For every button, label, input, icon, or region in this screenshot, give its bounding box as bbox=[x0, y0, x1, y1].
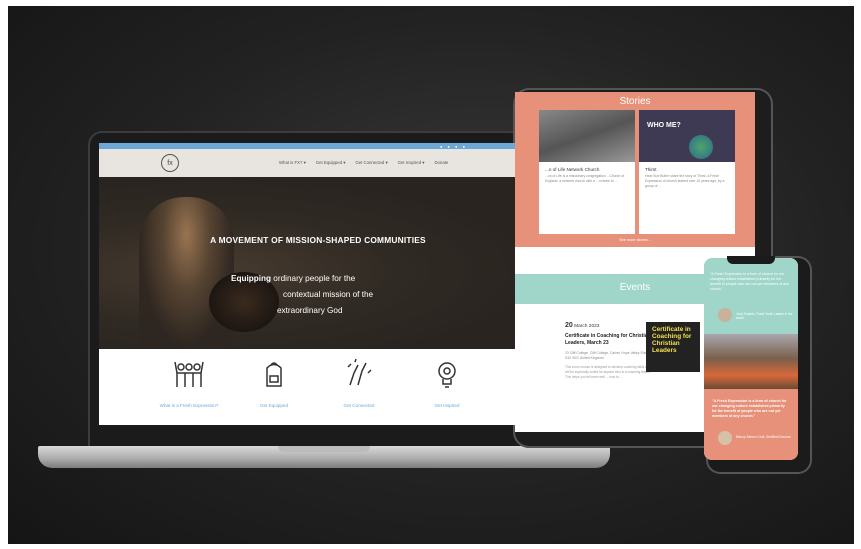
feature-what-is[interactable]: What is a Fresh Expression? bbox=[144, 359, 234, 409]
phone-person-2: Bishop Steven Croft, Sheffield Diocese bbox=[736, 435, 791, 439]
lightbulb-icon bbox=[438, 362, 456, 388]
people-raising-hands-icon bbox=[174, 361, 204, 387]
feature-get-equipped[interactable]: Get Equipped bbox=[229, 359, 319, 409]
story-card-1-title[interactable]: ...n of Life Network Church bbox=[539, 162, 635, 174]
hero-line-3: extraordinary God bbox=[277, 306, 343, 315]
who-me-badge: WHO ME? bbox=[647, 122, 681, 129]
main-nav: What is FX? ▾ Get Equipped ▾ Get Connect… bbox=[279, 160, 448, 166]
feature-label-what-is[interactable]: What is a Fresh Expression? bbox=[144, 403, 234, 409]
nav-item-get-connected[interactable]: Get Connected ▾ bbox=[355, 160, 387, 166]
phone-photo bbox=[704, 334, 798, 389]
high-five-icon bbox=[347, 359, 372, 386]
hero-line-2: contextual mission of the bbox=[283, 290, 374, 299]
story-card-2-title[interactable]: Thirst bbox=[639, 162, 735, 174]
feature-label-get-equipped[interactable]: Get Equipped bbox=[229, 403, 319, 409]
avatar bbox=[718, 308, 732, 322]
event-address: 23 Cliff College, Cliff College, Calver,… bbox=[565, 351, 654, 360]
nav-item-what-is-fx[interactable]: What is FX? ▾ bbox=[279, 160, 306, 166]
fx-logo[interactable]: fx bbox=[161, 154, 179, 172]
nav-item-donate[interactable]: Donate bbox=[434, 160, 448, 166]
story-card-1[interactable]: ...n of Life Network Church ...un of Lif… bbox=[539, 110, 635, 234]
phone-quote-section-2: "A Fresh Expression is a form of church … bbox=[704, 389, 798, 460]
phone-notch bbox=[727, 256, 775, 264]
stories-title: Stories bbox=[619, 96, 651, 107]
feature-get-inspired[interactable]: Get Inspired bbox=[402, 359, 492, 409]
nav-item-get-inspired[interactable]: Get Inspired ▾ bbox=[398, 160, 425, 166]
phone-quote-2: "A Fresh Expression is a form of church … bbox=[712, 399, 787, 418]
avatar bbox=[718, 431, 732, 445]
globe-icon bbox=[689, 135, 713, 159]
hero-title: A MOVEMENT OF MISSION-SHAPED COMMUNITIES bbox=[210, 235, 426, 245]
hero-banner: A MOVEMENT OF MISSION-SHAPED COMMUNITIES… bbox=[99, 177, 537, 349]
feature-label-get-inspired[interactable]: Get Inspired bbox=[402, 403, 492, 409]
site-header: fx What is FX? ▾ Get Equipped ▾ Get Conn… bbox=[99, 149, 537, 177]
story-card-2-text: Hear Sue Butler share the story of Thirs… bbox=[645, 174, 725, 188]
event-item[interactable]: 20 March 2023 Certificate in Coaching fo… bbox=[565, 322, 655, 380]
feature-icons-row: What is a Fresh Expression? Get Equipped… bbox=[99, 349, 537, 425]
nav-item-get-equipped[interactable]: Get Equipped ▾ bbox=[316, 160, 346, 166]
story-card-2-image: WHO ME? bbox=[639, 110, 735, 162]
event-day: 20 bbox=[565, 322, 573, 329]
event-name[interactable]: Certificate in Coaching for Christian Le… bbox=[565, 333, 655, 347]
phone-quote-section-1: "A Fresh Expression is a form of church … bbox=[704, 258, 798, 334]
laptop-hinge-notch bbox=[278, 446, 370, 452]
certificate-banner[interactable]: Certificate in Coaching for Christian Le… bbox=[646, 322, 700, 372]
event-description: This zoom course is designed to develop … bbox=[565, 365, 651, 379]
feature-label-get-connected[interactable]: Get Connected bbox=[314, 403, 404, 409]
laptop-screen: ● ● ● ● fx What is FX? ▾ Get Equipped ▾ … bbox=[99, 143, 537, 425]
hero-bold-word: Equipping bbox=[231, 274, 272, 283]
hero-line-1: ordinary people for the bbox=[271, 274, 356, 283]
phone-screen: "A Fresh Expression is a form of church … bbox=[704, 258, 798, 460]
hero-photo-person bbox=[139, 197, 234, 347]
story-card-1-image bbox=[539, 110, 635, 162]
see-more-stories-link[interactable]: See more stories... bbox=[515, 238, 755, 242]
phone-person-1: Josh Roberts, Rural Youth Leader in the … bbox=[736, 312, 793, 320]
story-card-1-text: ...un of Life is a missionary congregati… bbox=[545, 174, 625, 183]
feature-get-connected[interactable]: Get Connected bbox=[314, 359, 404, 409]
event-date: 20 March 2023 bbox=[565, 322, 655, 329]
stories-section: Stories ...n of Life Network Church ...u… bbox=[515, 92, 755, 247]
event-month: March 2023 bbox=[574, 324, 600, 329]
hero-subtitle: Equipping ordinary people for the contex… bbox=[231, 271, 431, 319]
backpack-icon bbox=[266, 362, 282, 387]
phone-quote-1: "A Fresh Expression is a form of church … bbox=[710, 272, 789, 291]
story-card-2[interactable]: WHO ME? Thirst Hear Sue Butler share the… bbox=[639, 110, 735, 234]
